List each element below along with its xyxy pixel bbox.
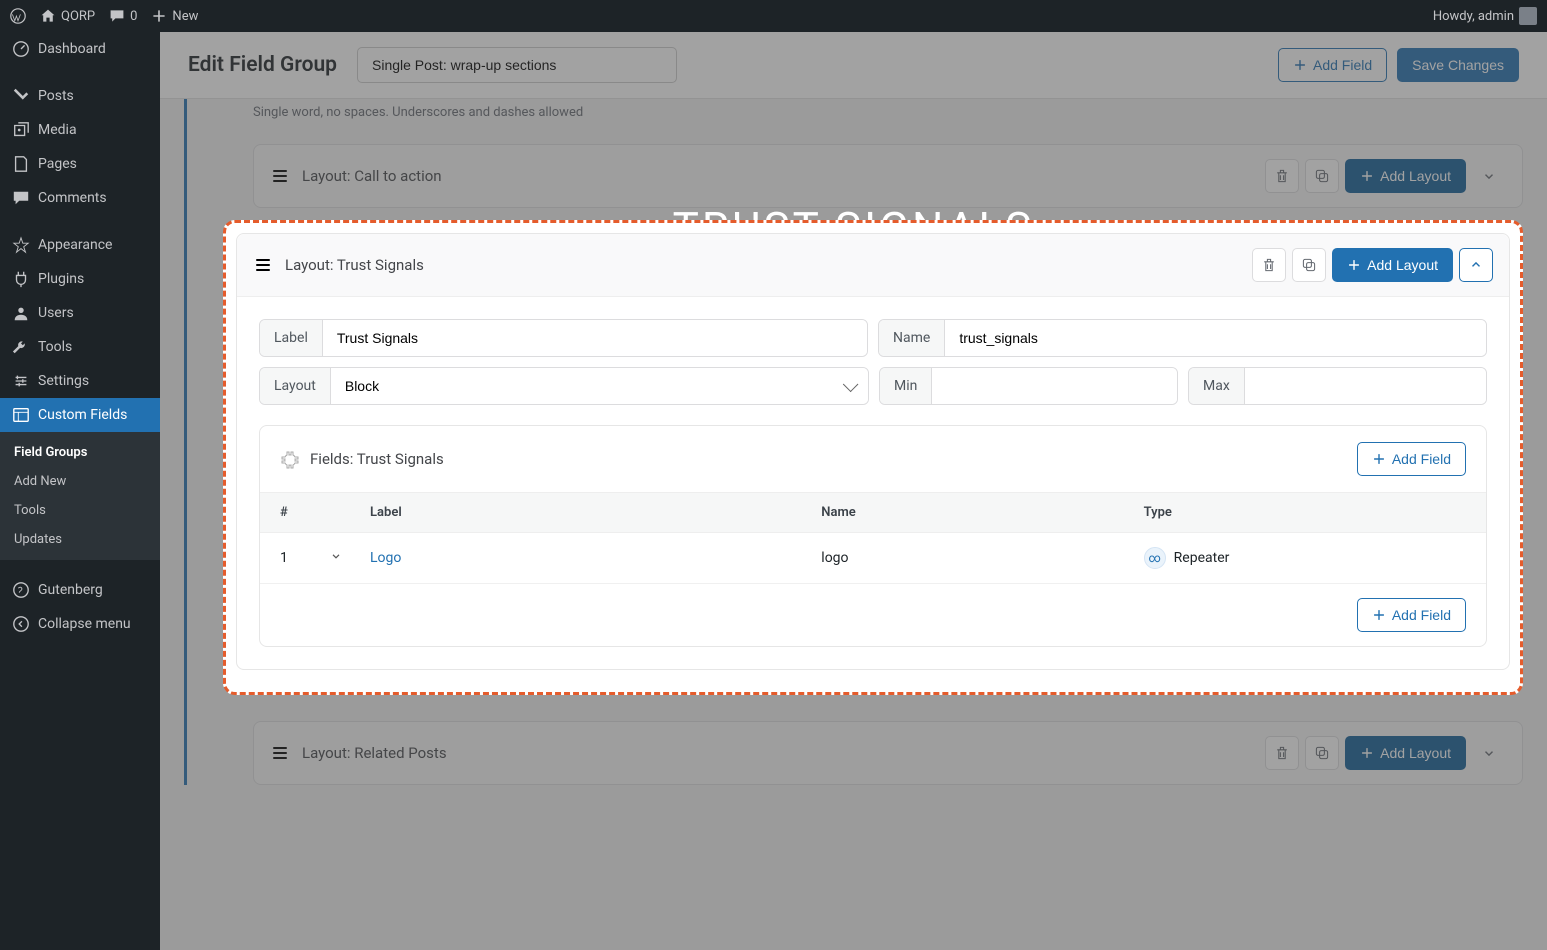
- sidebar-item-settings[interactable]: Settings: [0, 364, 160, 398]
- field-row[interactable]: 1 Logo logo ∞ Repeater: [260, 533, 1486, 584]
- wp-logo[interactable]: [10, 8, 26, 24]
- field-label-link[interactable]: Logo: [370, 550, 401, 566]
- layout-trust-title: Layout: Trust Signals: [285, 256, 424, 274]
- drag-handle-icon[interactable]: [253, 255, 273, 275]
- max-input[interactable]: [1245, 368, 1486, 404]
- submenu-tools[interactable]: Tools: [0, 496, 160, 525]
- sidebar-item-appearance[interactable]: Appearance: [0, 228, 160, 262]
- layout-select[interactable]: [331, 368, 868, 404]
- layout-field-label: Layout: [260, 368, 331, 404]
- new-content[interactable]: New: [151, 8, 198, 24]
- label-field-label: Label: [260, 320, 323, 356]
- label-input[interactable]: [323, 320, 867, 356]
- add-layout-button[interactable]: Add Layout: [1332, 248, 1453, 282]
- field-type: Repeater: [1174, 550, 1230, 566]
- sidebar-item-plugins[interactable]: Plugins: [0, 262, 160, 296]
- custom-fields-submenu: Field Groups Add New Tools Updates: [0, 432, 160, 560]
- name-input[interactable]: [945, 320, 1486, 356]
- add-field-button-footer[interactable]: Add Field: [1357, 598, 1466, 632]
- add-field-button-inner[interactable]: Add Field: [1357, 442, 1466, 476]
- layout-trust-card: Layout: Trust Signals Add Layout: [236, 233, 1510, 670]
- fields-icon: [280, 449, 300, 469]
- sidebar-item-comments[interactable]: Comments: [0, 181, 160, 215]
- fields-panel: Fields: Trust Signals Add Field # Label …: [259, 425, 1487, 647]
- collapse-toggle[interactable]: [1459, 248, 1493, 282]
- min-input[interactable]: [932, 368, 1177, 404]
- field-order: 1: [280, 550, 330, 566]
- delete-layout-button[interactable]: [1252, 248, 1286, 282]
- sidebar-item-tools[interactable]: Tools: [0, 330, 160, 364]
- submenu-updates[interactable]: Updates: [0, 525, 160, 554]
- min-field-label: Min: [880, 368, 932, 404]
- sidebar-item-users[interactable]: Users: [0, 296, 160, 330]
- sidebar-item-media[interactable]: Media: [0, 113, 160, 147]
- sidebar-item-posts[interactable]: Posts: [0, 79, 160, 113]
- admin-sidebar: Dashboard Posts Media Pages Comments App…: [0, 32, 160, 950]
- howdy-user[interactable]: Howdy, admin: [1433, 7, 1537, 25]
- sidebar-item-custom-fields[interactable]: Custom Fields: [0, 398, 160, 432]
- chevron-down-icon[interactable]: [330, 550, 342, 562]
- name-field-label: Name: [879, 320, 945, 356]
- repeater-icon: ∞: [1144, 547, 1166, 569]
- avatar-icon: [1519, 7, 1537, 25]
- submenu-add-new[interactable]: Add New: [0, 467, 160, 496]
- site-name[interactable]: QORP: [40, 8, 95, 24]
- submenu-field-groups[interactable]: Field Groups: [0, 438, 160, 467]
- fields-title: Fields: Trust Signals: [310, 450, 444, 468]
- sidebar-item-pages[interactable]: Pages: [0, 147, 160, 181]
- main-content: TRUST SIGNALS Edit Field Group Add Field…: [160, 32, 1547, 950]
- collapse-menu[interactable]: Collapse menu: [0, 607, 160, 641]
- field-name: logo: [821, 550, 1143, 566]
- admin-bar: QORP 0 New Howdy, admin: [0, 0, 1547, 32]
- max-field-label: Max: [1189, 368, 1245, 404]
- sidebar-item-dashboard[interactable]: Dashboard: [0, 32, 160, 66]
- highlight-annotation: Layout: Trust Signals Add Layout: [223, 220, 1523, 695]
- sidebar-item-gutenberg[interactable]: Gutenberg: [0, 573, 160, 607]
- fields-table-header: # Label Name Type: [260, 492, 1486, 533]
- comments-count[interactable]: 0: [109, 8, 137, 24]
- duplicate-layout-button[interactable]: [1292, 248, 1326, 282]
